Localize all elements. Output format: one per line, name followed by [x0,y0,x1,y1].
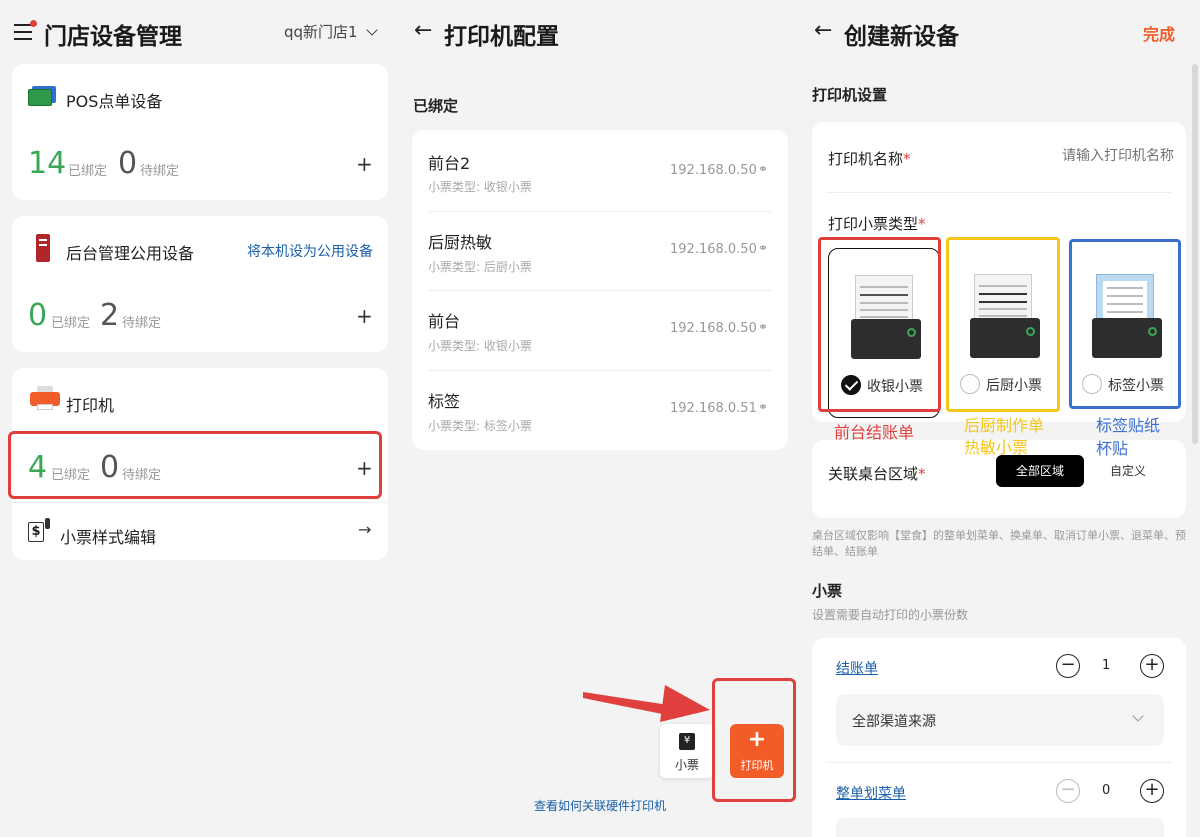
plus-button[interactable]: + [1140,779,1164,803]
pos-device-card[interactable]: POS点单设备 14 已绑定 0 待绑定 + [12,64,388,200]
printer-title: 打印机 [66,396,115,415]
list-item[interactable]: 标签 小票类型: 标签小票 192.168.0.51 ⚭ [412,370,788,450]
admin-title: 后台管理公用设备 [66,244,195,263]
printer-name-label: 打印机名称* [828,150,911,168]
annotation-cashier: 前台结账单 [834,423,915,442]
printer-ip: 192.168.0.51 [670,401,757,416]
area-label: 关联桌台区域* [828,465,926,483]
annotation-kitchen-line2: 热敏小票 [964,438,1029,457]
highlight-box-blue [1069,239,1181,409]
hardware-help-link[interactable]: 查看如何关联硬件打印机 [400,797,800,814]
printer-ip: 192.168.0.50 [670,321,757,336]
full-order-ticket-count: 0 [1102,783,1111,798]
chevron-down-icon [366,24,379,36]
highlight-box-red [818,237,941,412]
ticket-label: 小票 [674,758,699,772]
printer-name: 标签 [428,392,461,411]
annotation-label-line2: 杯贴 [1096,439,1129,458]
receipt-style-title[interactable]: 小票样式编辑 [60,524,156,548]
menu-icon[interactable] [14,20,37,42]
annotation-label-line1: 标签贴纸 [1096,416,1161,435]
back-arrow-icon[interactable]: ← [814,18,832,43]
device-icon [36,234,50,262]
chevron-down-icon [1132,710,1144,722]
set-public-device-link[interactable]: 将本机设为公用设备 [247,241,373,261]
admin-pending-label: 待绑定 [122,316,162,331]
printer-name: 前台2 [428,154,471,173]
back-arrow-icon[interactable]: ← [414,18,432,43]
admin-bound-count: 0 [28,298,48,333]
device-management-panel: 门店设备管理 qq新门店1 POS点单设备 14 已绑定 0 待绑定 + 后台管… [0,0,400,837]
page-title: 门店设备管理 [44,24,182,50]
printer-list: 前台2 小票类型: 收银小票 192.168.0.50 ⚭ 后厨热敏 小票类型:… [412,130,788,450]
divider [826,192,1172,193]
list-item[interactable]: 前台 小票类型: 收银小票 192.168.0.50 ⚭ [412,290,788,370]
printer-ip: 192.168.0.50 [670,163,757,178]
highlight-box-yellow [946,237,1060,412]
highlight-box [712,678,796,802]
minus-button[interactable]: − [1056,654,1080,678]
printer-type: 小票类型: 收银小票 [428,180,532,194]
full-order-ticket-label[interactable]: 整单划菜单 [836,783,906,803]
link-icon: ⚭ [758,241,769,255]
list-item[interactable]: 后厨热敏 小票类型: 后厨小票 192.168.0.50 ⚭ [412,210,788,290]
section-title: 已绑定 [413,97,459,115]
next-input-field[interactable] [836,818,1164,837]
ticket-section-desc: 设置需要自动打印的小票份数 [812,608,969,622]
printer-config-panel: ← 打印机配置 已绑定 前台2 小票类型: 收银小票 192.168.0.50 … [400,0,800,837]
ticket-section-title: 小票 [812,582,843,600]
checkout-ticket-count: 1 [1102,658,1111,673]
store-selector[interactable]: qq新门店1 [284,21,379,42]
scrollbar[interactable] [1192,64,1198,444]
annotation-kitchen-line1: 后厨制作单 [964,416,1045,435]
printer-name: 前台 [428,312,461,331]
link-icon: ⚭ [758,400,769,414]
channel-source-value: 全部渠道来源 [852,714,936,730]
pos-bound-count: 14 [28,146,67,181]
section-title: 打印机设置 [812,86,888,104]
ticket-type-label: 打印小票类型* [828,215,926,233]
add-ticket-button[interactable]: ¥ 小票 [660,724,714,778]
ticket-copies-card: 结账单 − 1 + 全部渠道来源 整单划菜单 − 0 + [812,638,1186,837]
list-item[interactable]: 前台2 小票类型: 收银小票 192.168.0.50 ⚭ [412,130,788,210]
admin-bound-label: 已绑定 [51,316,91,331]
receipt-icon: ¥ [679,733,695,750]
printer-icon [30,386,60,412]
printer-type: 小票类型: 后厨小票 [428,260,532,274]
printer-name: 后厨热敏 [428,233,493,252]
divider [826,762,1172,763]
arrow-annotation [583,685,710,722]
divider [12,502,388,503]
area-all-button[interactable]: 全部区域 [996,455,1084,487]
minus-button[interactable]: − [1056,779,1080,803]
plus-button[interactable]: + [1140,654,1164,678]
create-device-panel: ← 创建新设备 完成 打印机设置 打印机名称* 打印小票类型* 收银小票 后厨小… [800,0,1200,837]
channel-source-select[interactable]: 全部渠道来源 [836,694,1164,746]
pos-add-button[interactable]: + [356,152,373,176]
receipt-style-icon: $ [28,518,50,544]
link-icon: ⚭ [758,162,769,176]
store-name: qq新门店1 [284,23,358,41]
checkout-ticket-label[interactable]: 结账单 [836,658,878,678]
admin-pending-count: 2 [100,298,120,333]
done-button[interactable]: 完成 [1143,21,1175,45]
highlight-box [8,431,382,499]
arrow-right-icon[interactable]: → [358,520,371,539]
pos-bound-label: 已绑定 [68,164,108,179]
page-title: 创建新设备 [844,24,959,50]
page-title: 打印机配置 [444,24,559,50]
admin-device-card[interactable]: 后台管理公用设备 将本机设为公用设备 0 已绑定 2 待绑定 + [12,216,388,352]
printer-type: 小票类型: 收银小票 [428,339,532,353]
admin-add-button[interactable]: + [356,304,373,328]
pos-icon [28,86,56,106]
printer-name-input[interactable] [1002,144,1174,168]
pos-pending-count: 0 [118,146,138,181]
pos-title: POS点单设备 [66,92,163,111]
link-icon: ⚭ [758,320,769,334]
printer-ip: 192.168.0.50 [670,242,757,257]
pos-pending-label: 待绑定 [140,164,180,179]
area-note: 桌台区域仅影响【堂食】的整单划菜单、换桌单、取消订单小票、退菜单、预结单、结账单 [812,529,1186,558]
printer-type: 小票类型: 标签小票 [428,419,532,433]
